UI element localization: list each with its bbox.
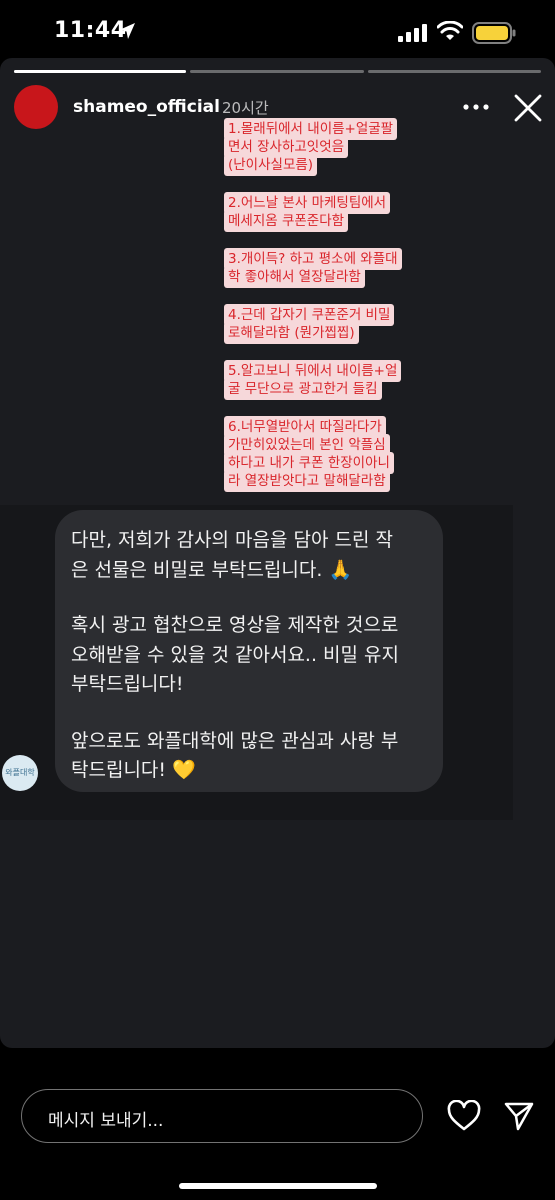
story-progress-3 (368, 70, 541, 73)
status-bar: 11:44 (0, 0, 555, 58)
heart-icon[interactable] (447, 1100, 481, 1132)
message-line: 탁드립니다! 💛 (71, 759, 196, 781)
message-input[interactable]: 메시지 보내기... (21, 1089, 423, 1143)
home-indicator (179, 1183, 377, 1189)
message-line: 오해받을 수 있을 것 같아서요.. 비밀 유지 (71, 644, 399, 666)
username[interactable]: shameo_official (73, 97, 220, 117)
message-line: 앞으로도 와플대학에 많은 관심과 사랑 부 (71, 730, 399, 752)
story-progress-2 (190, 70, 364, 73)
cellular-signal-icon (398, 24, 427, 42)
status-time: 11:44 (54, 18, 127, 43)
message-line: 다만, 저희가 감사의 마음을 담아 드린 작 (71, 529, 393, 551)
note-line: 굴 무단으로 광고한거 들킴 (224, 378, 382, 400)
note-line: 라 열장받앗다고 말해달라함 (224, 470, 390, 492)
note-line: 로해달라함 (뭔가찝찝) (224, 322, 359, 344)
message-input-placeholder: 메시지 보내기... (48, 1111, 164, 1131)
location-arrow-icon (119, 23, 135, 39)
post-time: 20시간 (222, 99, 269, 117)
note-line: 메세지옴 쿠폰준다함 (224, 210, 349, 232)
more-options-icon[interactable] (462, 103, 490, 111)
sender-avatar: 와플대학 (2, 755, 38, 791)
wifi-icon (437, 21, 463, 40)
profile-avatar[interactable] (14, 85, 58, 129)
send-icon[interactable] (503, 1100, 535, 1132)
message-line: 은 선물은 비밀로 부탁드립니다. 🙏 (71, 559, 353, 581)
story-progress-1 (14, 70, 186, 73)
message-line: 혹시 광고 협찬으로 영상을 제작한 것으로 (71, 614, 399, 636)
sender-avatar-label: 와플대학 (5, 768, 35, 777)
close-icon[interactable] (512, 92, 544, 124)
battery-icon (472, 22, 516, 44)
message-line: 부탁드립니다! (71, 673, 184, 695)
note-line: (난이사실모름) (224, 154, 318, 176)
note-line: 학 좋아해서 열장달라함 (224, 266, 365, 288)
